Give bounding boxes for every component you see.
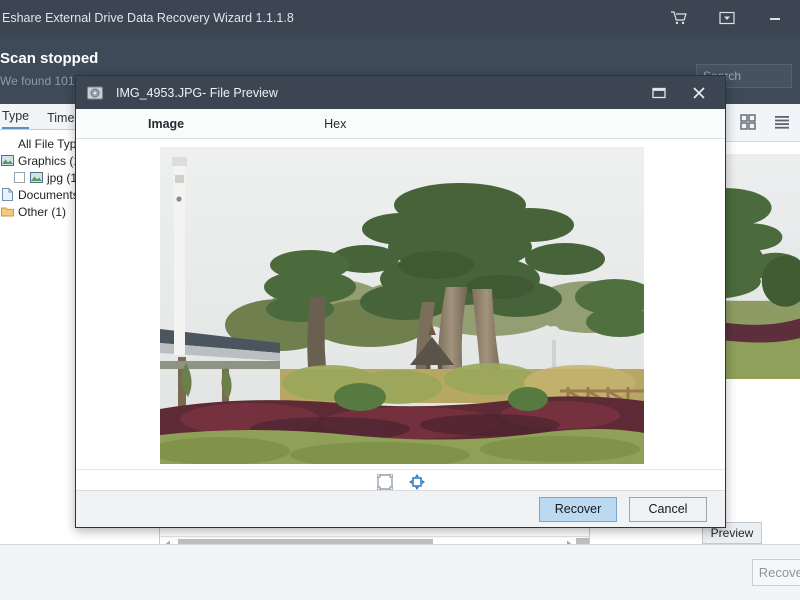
dialog-window-buttons [649, 83, 721, 103]
tab-image[interactable]: Image [148, 117, 184, 131]
spacer-icon [0, 137, 14, 151]
fit-to-window-icon[interactable] [376, 473, 394, 491]
recover-button[interactable]: Recover [539, 496, 617, 522]
bottom-recover-button[interactable]: Recover [752, 559, 800, 586]
graphics-icon [0, 154, 14, 168]
actual-size-icon[interactable] [408, 473, 426, 491]
tree-item-label: Documents [18, 187, 79, 202]
folder-icon [0, 205, 14, 219]
dropdown-box-icon[interactable] [716, 7, 738, 29]
minimize-icon[interactable] [764, 7, 786, 29]
application-window: Eshare External Drive Data Recovery Wiza… [0, 0, 800, 600]
maximize-button[interactable] [649, 83, 669, 103]
image-preview-frame[interactable] [160, 147, 644, 464]
dialog-titlebar: IMG_4953.JPG- File Preview [76, 76, 725, 109]
document-icon [0, 188, 14, 202]
close-button[interactable] [689, 83, 709, 103]
jpg-checkbox[interactable] [14, 172, 25, 183]
view-mode-group [738, 112, 792, 132]
tab-time[interactable]: Time [47, 111, 74, 129]
app-titlebar: Eshare External Drive Data Recovery Wiza… [0, 0, 800, 36]
bottom-action-bar: Recover [0, 544, 800, 600]
grid-view-icon[interactable] [738, 112, 758, 132]
disk-icon [86, 84, 104, 102]
dialog-tab-bar: Image Hex [76, 109, 725, 139]
cart-icon[interactable] [668, 7, 690, 29]
dialog-title: IMG_4953.JPG- File Preview [116, 85, 278, 100]
tab-type[interactable]: Type [2, 109, 30, 129]
titlebar-icon-group [668, 7, 800, 29]
dialog-footer: Recover Cancel [76, 490, 725, 527]
list-view-icon[interactable] [772, 112, 792, 132]
garden-preview-image [160, 147, 644, 464]
scan-status-title: Scan stopped [0, 50, 99, 67]
scan-found-text: We found 101 [0, 74, 75, 88]
tree-item-label: Other (1) [18, 204, 67, 219]
dialog-body [76, 139, 725, 470]
cancel-button[interactable]: Cancel [629, 496, 707, 522]
file-preview-dialog: IMG_4953.JPG- File Preview Image Hex Rec… [75, 75, 726, 528]
tab-hex[interactable]: Hex [324, 117, 346, 131]
app-title: Eshare External Drive Data Recovery Wiza… [2, 11, 294, 25]
image-icon [29, 171, 43, 185]
